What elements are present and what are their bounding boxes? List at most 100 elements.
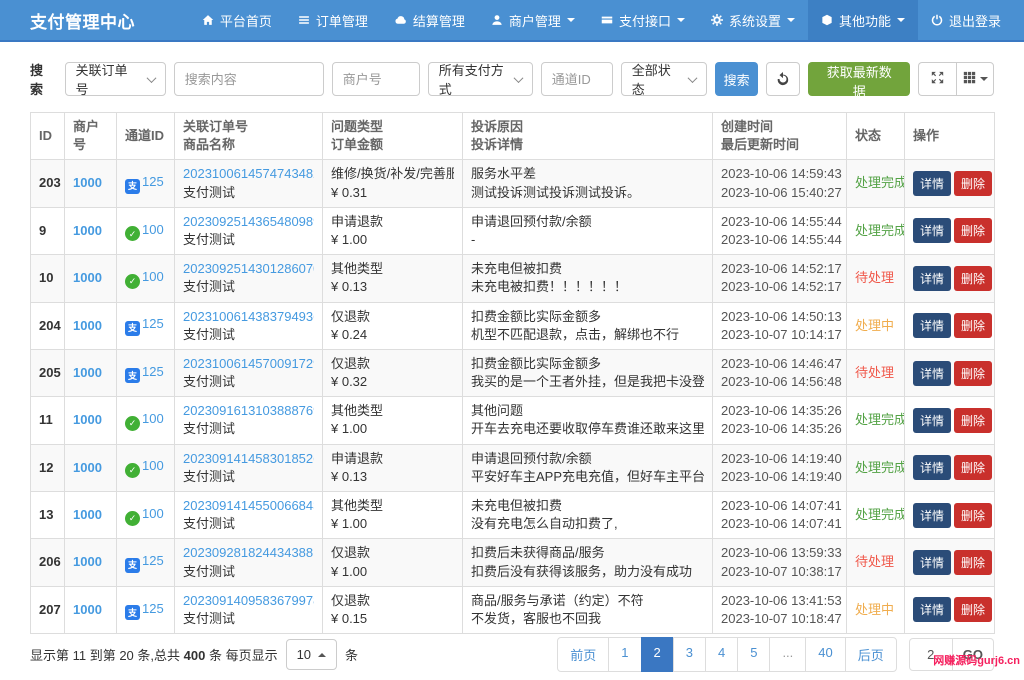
nav-item-0[interactable]: 平台首页 <box>189 0 285 40</box>
delete-button[interactable]: 删除 <box>954 550 992 575</box>
detail-button[interactable]: 详情 <box>913 266 951 291</box>
merchant-link[interactable]: 1000 <box>73 365 102 380</box>
status-select[interactable]: 全部状态 <box>621 62 707 96</box>
page-button-40[interactable]: 40 <box>805 637 845 672</box>
complaint-detail: 扣费后没有获得该服务，助力没有成功 <box>471 563 704 581</box>
merchant-input[interactable] <box>332 62 420 96</box>
merchant-link[interactable]: 1000 <box>73 507 102 522</box>
columns-button[interactable] <box>956 62 994 96</box>
channel-link[interactable]: 100 <box>142 222 164 237</box>
detail-button[interactable]: 详情 <box>913 408 951 433</box>
page-jump-input[interactable] <box>909 638 953 671</box>
delete-button[interactable]: 删除 <box>954 503 992 528</box>
merchant-link[interactable]: 1000 <box>73 223 102 238</box>
detail-button[interactable]: 详情 <box>913 171 951 196</box>
page-button-2[interactable]: 2 <box>641 637 674 672</box>
page-button-1[interactable]: 1 <box>608 637 641 672</box>
delete-button[interactable]: 删除 <box>954 171 992 196</box>
order-link[interactable]: 2023092514301286070 <box>183 261 314 276</box>
detail-button[interactable]: 详情 <box>913 550 951 575</box>
table-row: 204 1000 支125 2023100614383794936 支付测试 仅… <box>31 302 995 349</box>
delete-button[interactable]: 删除 <box>954 455 992 480</box>
delete-button[interactable]: 删除 <box>954 597 992 622</box>
page-button-4[interactable]: 4 <box>705 637 738 672</box>
merchant-link[interactable]: 1000 <box>73 412 102 427</box>
issue-type: 仅退款 <box>331 592 454 610</box>
channel-link[interactable]: 125 <box>142 174 164 189</box>
nav-item-3[interactable]: 商户管理 <box>478 0 588 40</box>
detail-button[interactable]: 详情 <box>913 455 951 480</box>
refresh-button[interactable] <box>766 62 800 96</box>
detail-button[interactable]: 详情 <box>913 597 951 622</box>
page-numbers: 12345...40 <box>609 637 845 672</box>
list-icon <box>298 14 310 26</box>
page-button-5[interactable]: 5 <box>737 637 770 672</box>
next-page-button[interactable]: 后页 <box>845 637 897 672</box>
order-link[interactable]: 2023100614574743482 <box>183 166 314 181</box>
merchant-link[interactable]: 1000 <box>73 175 102 190</box>
app-title: 支付管理中心 <box>0 0 135 40</box>
page-button-3[interactable]: 3 <box>673 637 706 672</box>
channel-link[interactable]: 100 <box>142 269 164 284</box>
table-row: 205 1000 支125 2023100614570091729 支付测试 仅… <box>31 349 995 396</box>
channel-id-input[interactable] <box>541 62 613 96</box>
order-link[interactable]: 2023091613103888769 <box>183 403 314 418</box>
nav-item-1[interactable]: 订单管理 <box>285 0 381 40</box>
merchant-link[interactable]: 1000 <box>73 554 102 569</box>
nav-item-2[interactable]: 结算管理 <box>381 0 478 40</box>
channel-link[interactable]: 125 <box>142 364 164 379</box>
delete-button[interactable]: 删除 <box>954 313 992 338</box>
merchant-link[interactable]: 1000 <box>73 270 102 285</box>
order-link[interactable]: 2023091409583679978 <box>183 593 314 608</box>
prev-page-button[interactable]: 前页 <box>557 637 609 672</box>
channel-link[interactable]: 100 <box>142 458 164 473</box>
cell-id: 207 <box>31 586 65 633</box>
order-link[interactable]: 2023092818244343881 <box>183 545 314 560</box>
detail-button[interactable]: 详情 <box>913 218 951 243</box>
order-link[interactable]: 2023100614383794936 <box>183 309 314 324</box>
search-field-select[interactable]: 关联订单号 <box>65 62 166 96</box>
order-link[interactable]: 2023100614570091729 <box>183 356 314 371</box>
detail-button[interactable]: 详情 <box>913 313 951 338</box>
go-button[interactable]: GO <box>953 638 994 671</box>
merchant-link[interactable]: 1000 <box>73 602 102 617</box>
order-amount: ¥ 0.15 <box>331 610 454 628</box>
detail-button[interactable]: 详情 <box>913 503 951 528</box>
nav-item-5[interactable]: 系统设置 <box>698 0 808 40</box>
complaint-detail: 我买的是一个王者外挂，但是我把卡没登上去，... <box>471 373 704 391</box>
delete-button[interactable]: 删除 <box>954 361 992 386</box>
get-latest-button[interactable]: 获取最新数据 <box>808 62 910 96</box>
per-page-select[interactable]: 10 <box>286 639 337 670</box>
detail-button[interactable]: 详情 <box>913 361 951 386</box>
channel-link[interactable]: 125 <box>142 316 164 331</box>
channel-link[interactable]: 125 <box>142 553 164 568</box>
search-button[interactable]: 搜索 <box>715 62 758 96</box>
delete-button[interactable]: 删除 <box>954 408 992 433</box>
order-link[interactable]: 2023092514365480989 <box>183 214 314 229</box>
delete-button[interactable]: 删除 <box>954 218 992 243</box>
order-link[interactable]: 2023091414583018526 <box>183 451 314 466</box>
search-label: 搜索 <box>30 60 55 98</box>
merchant-link[interactable]: 1000 <box>73 460 102 475</box>
per-page-value: 10 <box>297 647 311 662</box>
channel-link[interactable]: 125 <box>142 601 164 616</box>
merchant-link[interactable]: 1000 <box>73 318 102 333</box>
order-link[interactable]: 2023091414550066843 <box>183 498 314 513</box>
channel-link[interactable]: 100 <box>142 506 164 521</box>
search-keyword-input[interactable] <box>174 62 324 96</box>
channel-link[interactable]: 100 <box>142 411 164 426</box>
fullscreen-button[interactable] <box>918 62 956 96</box>
delete-button[interactable]: 删除 <box>954 266 992 291</box>
table-row: 9 1000 ✓100 2023092514365480989 支付测试 申请退… <box>31 207 995 254</box>
product-name: 支付测试 <box>183 468 314 486</box>
table-row: 11 1000 ✓100 2023091613103888769 支付测试 其他… <box>31 397 995 444</box>
paytype-select[interactable]: 所有支付方式 <box>428 62 533 96</box>
nav-item-4[interactable]: 支付接口 <box>588 0 698 40</box>
alipay-icon: 支 <box>125 558 140 573</box>
status-value: 全部状态 <box>632 60 681 98</box>
cell-id: 205 <box>31 349 65 396</box>
nav-item-6[interactable]: 其他功能 <box>808 0 918 40</box>
column-header-0: ID <box>31 113 65 160</box>
nav-item-7[interactable]: 退出登录 <box>918 0 1014 40</box>
complaint-detail: 开车去充电还要收取停车费谁还敢来这里充电 <box>471 420 704 438</box>
